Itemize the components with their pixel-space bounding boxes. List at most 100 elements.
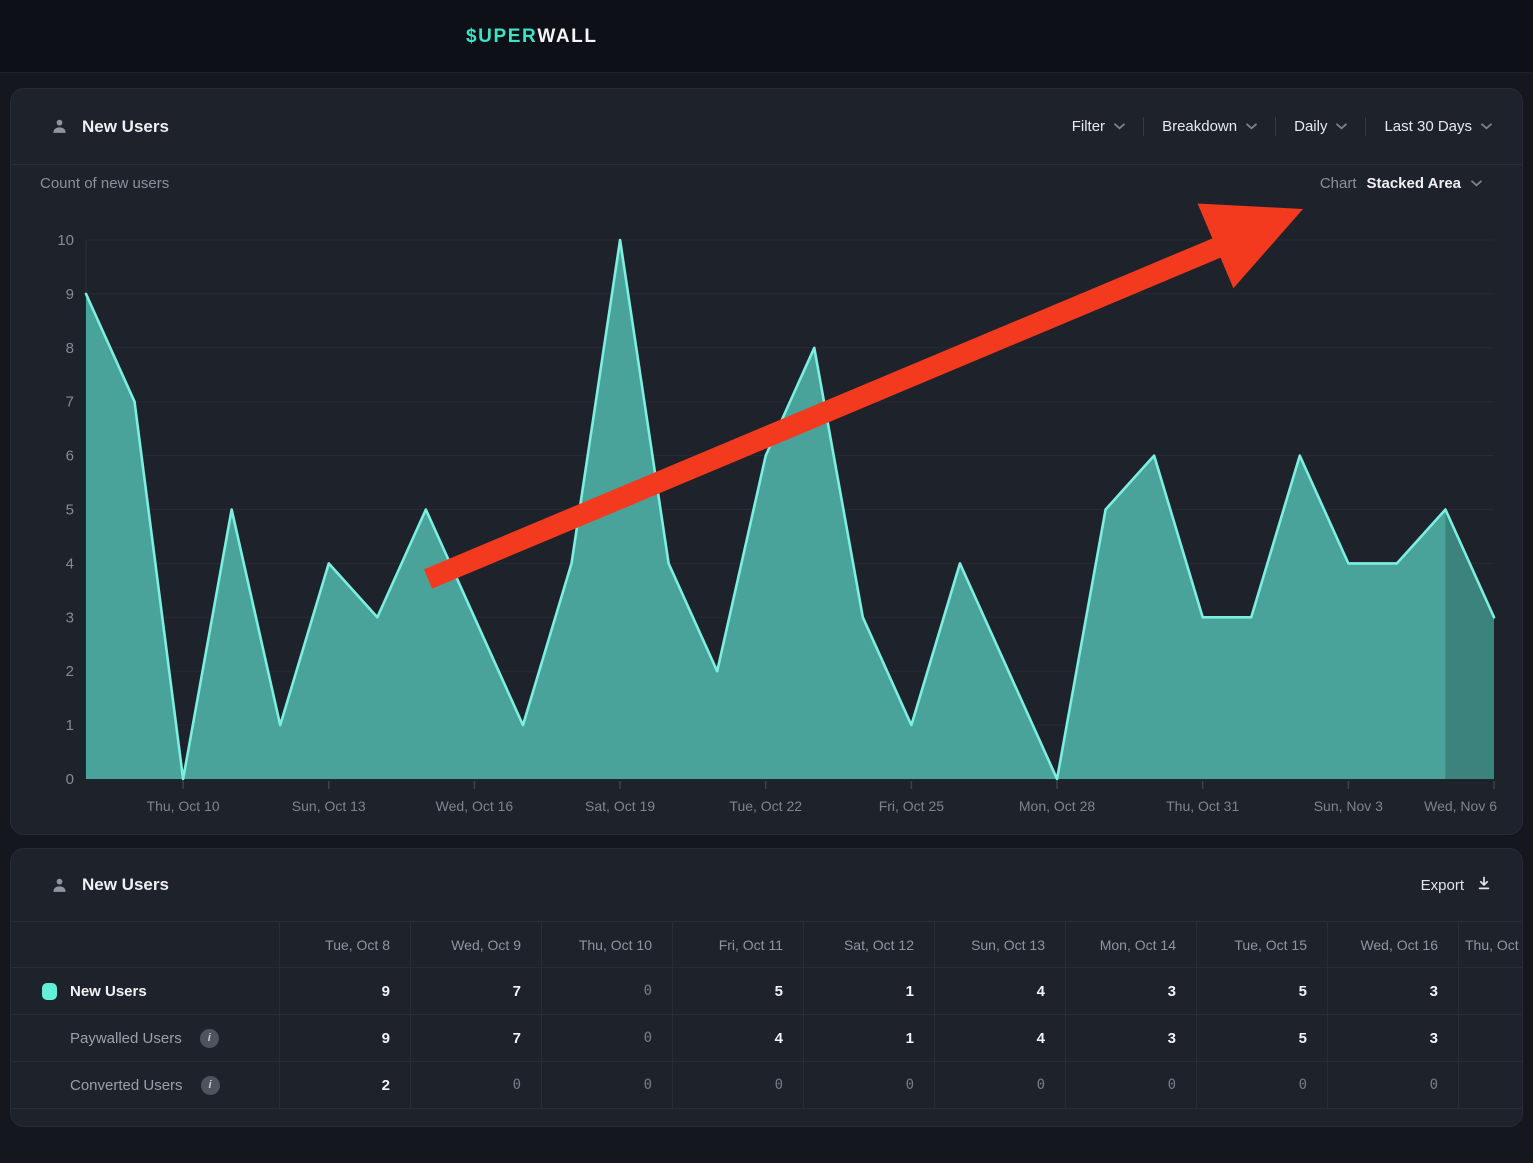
column-header: Thu, Oct 10 [541,922,672,968]
cell-value: 3 [1168,983,1176,1000]
x-axis-label: Sun, Oct 13 [292,798,366,814]
row-label-cell: New Users [11,968,279,1015]
column-header: Mon, Oct 14 [1065,922,1196,968]
cell-value: 1 [906,983,914,1000]
y-axis-label: 3 [66,609,74,626]
cell-value: 0 [1299,1077,1307,1093]
table-corner-cell [11,922,279,968]
x-axis-label: Wed, Oct 16 [436,798,514,814]
value-cell: 5 [1196,968,1327,1015]
value-cell: 3 [1327,1015,1458,1062]
cell-value: 4 [1037,1030,1045,1047]
cell-value: 5 [1299,983,1307,1000]
export-button[interactable]: Export [1421,875,1492,895]
logo-text-white: WALL [537,26,597,48]
value-cell: 3 [1065,1015,1196,1062]
column-header: Fri, Oct 11 [672,922,803,968]
value-cell: 0 [541,968,672,1015]
cell-value: 1 [906,1030,914,1047]
value-cell [1458,968,1523,1015]
info-icon[interactable]: i [201,1076,220,1095]
cell-value: 0 [775,1077,783,1093]
y-axis-label: 8 [66,340,74,357]
x-axis-label: Sun, Nov 3 [1314,798,1383,814]
value-cell: 0 [1327,1062,1458,1109]
value-cell: 0 [672,1062,803,1109]
value-cell: 0 [1196,1062,1327,1109]
new-users-data-table: Tue, Oct 8Wed, Oct 9Thu, Oct 10Fri, Oct … [11,921,1523,1109]
cell-value: 7 [513,983,521,1000]
cell-value: 5 [1299,1030,1307,1047]
column-header: Tue, Oct 15 [1196,922,1327,968]
logo-text-teal: $UPER [466,26,537,48]
row-label-cell: Paywalled Users i [11,1015,279,1062]
value-cell: 0 [541,1062,672,1109]
row-label-cell: Converted Users i [11,1062,279,1109]
value-cell: 3 [1065,968,1196,1015]
value-cell: 9 [279,968,410,1015]
y-axis-label: 10 [57,232,74,249]
value-cell: 2 [279,1062,410,1109]
value-cell: 1 [803,1015,934,1062]
new-users-chart-card: New Users FilterBreakdownDailyLast 30 Da… [10,88,1523,835]
info-icon[interactable]: i [200,1029,219,1048]
value-cell: 0 [803,1062,934,1109]
value-cell: 7 [410,968,541,1015]
value-cell [1458,1015,1523,1062]
value-cell: 1 [803,968,934,1015]
x-axis-label: Mon, Oct 28 [1019,798,1095,814]
x-axis-label: Tue, Oct 22 [729,798,802,814]
cell-value: 2 [382,1077,390,1094]
value-cell: 4 [672,1015,803,1062]
row-label: Paywalled Users [70,1030,182,1047]
cell-value: 0 [1430,1077,1438,1093]
value-cell: 5 [672,968,803,1015]
column-header: Tue, Oct 8 [279,922,410,968]
x-axis-label: Wed, Nov 6 [1424,798,1497,814]
cell-value: 4 [1037,983,1045,1000]
cell-value: 0 [644,983,652,999]
cell-value: 0 [513,1077,521,1093]
export-label: Export [1421,877,1464,894]
column-header: Thu, Oct 17 [1458,922,1523,968]
y-axis-label: 7 [66,394,74,411]
column-header: Sun, Oct 13 [934,922,1065,968]
cell-value: 3 [1430,1030,1438,1047]
table-card-header: New Users Export [11,849,1522,921]
y-axis-label: 5 [66,502,74,519]
cell-value: 5 [775,983,783,1000]
cell-value: 0 [906,1077,914,1093]
y-axis-label: 6 [66,448,74,465]
x-axis-label: Sat, Oct 19 [585,798,655,814]
cell-value: 0 [644,1030,652,1046]
value-cell: 3 [1327,968,1458,1015]
cell-value: 3 [1430,983,1438,1000]
series-color-swatch [42,983,57,1000]
y-axis-label: 0 [66,771,74,788]
area-fill-current-period [1445,510,1494,780]
download-icon [1476,875,1492,895]
column-header: Wed, Oct 9 [410,922,541,968]
cell-value: 0 [1037,1077,1045,1093]
value-cell: 9 [279,1015,410,1062]
value-cell: 7 [410,1015,541,1062]
row-label: New Users [70,983,147,1000]
row-label: Converted Users [70,1077,183,1094]
value-cell [1458,1062,1523,1109]
cell-value: 7 [513,1030,521,1047]
superwall-logo: $UPERWALL [466,0,598,73]
value-cell: 0 [410,1062,541,1109]
table-card-title: New Users [82,875,169,895]
cell-value: 9 [382,1030,390,1047]
cell-value: 3 [1168,1030,1176,1047]
top-nav-bar: $UPERWALL [0,0,1533,73]
value-cell: 5 [1196,1015,1327,1062]
cell-value: 0 [1168,1077,1176,1093]
y-axis-label: 9 [66,286,74,303]
value-cell: 0 [1065,1062,1196,1109]
x-axis-label: Fri, Oct 25 [879,798,945,814]
cell-value: 0 [644,1077,652,1093]
value-cell: 4 [934,1015,1065,1062]
cell-value: 4 [775,1030,783,1047]
value-cell: 0 [934,1062,1065,1109]
